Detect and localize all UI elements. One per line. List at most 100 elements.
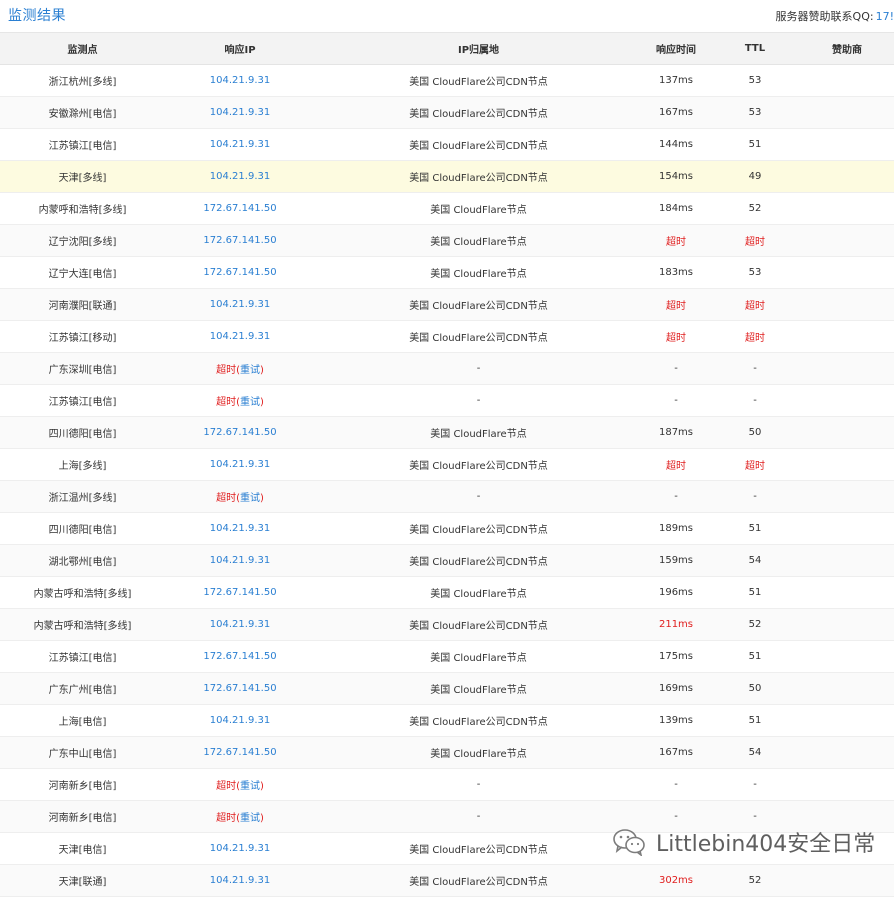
cell-region: 美国 CloudFlare公司CDN节点 [315, 608, 642, 641]
cell-time: - [642, 384, 710, 417]
cell-sponsor [800, 352, 894, 385]
cell-region: - [315, 768, 642, 801]
cell-time: 211ms [642, 608, 710, 641]
cell-ip[interactable]: 104.21.9.31 [165, 160, 315, 193]
cell-sponsor [800, 96, 894, 129]
cell-region: 美国 CloudFlare公司CDN节点 [315, 160, 642, 193]
cell-sponsor [800, 544, 894, 577]
cell-sponsor [800, 736, 894, 769]
cell-ttl: 超时 [710, 320, 800, 353]
cell-time: 超时 [642, 224, 710, 257]
cell-location: 河南濮阳[联通] [0, 288, 165, 321]
cell-region: 美国 CloudFlare公司CDN节点 [315, 96, 642, 129]
cell-sponsor [800, 608, 894, 641]
results-table-head: 监测点 响应IP IP归属地 响应时间 TTL 赞助商 [0, 33, 894, 65]
cell-region: 美国 CloudFlare公司CDN节点 [315, 544, 642, 577]
cell-location: 天津[多线] [0, 160, 165, 193]
cell-time: 167ms [642, 96, 710, 129]
cell-region: 美国 CloudFlare节点 [315, 640, 642, 673]
cell-ip[interactable]: 172.67.141.50 [165, 256, 315, 289]
cell-ip[interactable]: 104.21.9.31 [165, 512, 315, 545]
cell-ttl: 52 [710, 608, 800, 641]
sponsor-qq[interactable]: 17! [876, 10, 894, 23]
retry-link[interactable]: 重试 [240, 397, 260, 408]
table-row: 浙江温州[多线] 超时(重试) - - - [0, 480, 894, 513]
cell-location: 内蒙呼和浩特[多线] [0, 192, 165, 225]
cell-region: - [315, 800, 642, 833]
watermark: Littlebin404安全日常 [612, 826, 875, 858]
paren-close: ) [260, 493, 264, 504]
cell-ip[interactable]: 104.21.9.31 [165, 320, 315, 353]
cell-region: 美国 CloudFlare节点 [315, 192, 642, 225]
cell-time: - [642, 352, 710, 385]
cell-ip[interactable]: 104.21.9.31 [165, 544, 315, 577]
cell-region: 美国 CloudFlare公司CDN节点 [315, 320, 642, 353]
cell-time: 196ms [642, 576, 710, 609]
retry-link[interactable]: 重试 [240, 813, 260, 824]
cell-ip[interactable]: 104.21.9.31 [165, 64, 315, 97]
cell-ip[interactable]: 172.67.141.50 [165, 416, 315, 449]
col-header-time: 响应时间 [642, 33, 710, 65]
cell-ttl: 53 [710, 256, 800, 289]
cell-ip[interactable]: 104.21.9.31 [165, 832, 315, 865]
cell-ttl: 51 [710, 576, 800, 609]
cell-ip[interactable]: 172.67.141.50 [165, 736, 315, 769]
col-header-region: IP归属地 [315, 33, 642, 65]
cell-ip[interactable]: 172.67.141.50 [165, 576, 315, 609]
col-header-ttl: TTL [710, 33, 800, 65]
cell-ip[interactable]: 104.21.9.31 [165, 288, 315, 321]
cell-ttl: - [710, 352, 800, 385]
cell-location: 天津[电信] [0, 832, 165, 865]
cell-sponsor [800, 64, 894, 97]
cell-location: 河南新乡[电信] [0, 800, 165, 833]
cell-region: 美国 CloudFlare节点 [315, 576, 642, 609]
table-row: 内蒙古呼和浩特[多线] 104.21.9.31 美国 CloudFlare公司CDN… [0, 608, 894, 641]
cell-sponsor [800, 672, 894, 705]
cell-location: 四川德阳[电信] [0, 512, 165, 545]
cell-sponsor [800, 512, 894, 545]
cell-ttl: 51 [710, 640, 800, 673]
retry-link[interactable]: 重试 [240, 493, 260, 504]
table-row: 广东中山[电信] 172.67.141.50 美国 CloudFlare节点 167m… [0, 736, 894, 769]
cell-location: 广东深圳[电信] [0, 352, 165, 385]
cell-ttl: 54 [710, 544, 800, 577]
table-row: 河南新乡[电信] 超时(重试) - - - [0, 768, 894, 801]
retry-link[interactable]: 重试 [240, 781, 260, 792]
cell-ip: 超时(重试) [165, 384, 315, 417]
cell-location: 四川德阳[电信] [0, 416, 165, 449]
cell-ip[interactable]: 172.67.141.50 [165, 192, 315, 225]
table-row: 江苏镇江[电信] 172.67.141.50 美国 CloudFlare节点 175m… [0, 640, 894, 673]
cell-ip[interactable]: 104.21.9.31 [165, 448, 315, 481]
cell-sponsor [800, 640, 894, 673]
retry-link[interactable]: 重试 [240, 365, 260, 376]
table-row: 上海[电信] 104.21.9.31 美国 CloudFlare公司CDN节点 139… [0, 704, 894, 737]
table-row: 江苏镇江[移动] 104.21.9.31 美国 CloudFlare公司CDN节点超… [0, 320, 894, 353]
results-table: 监测点 响应IP IP归属地 响应时间 TTL 赞助商 浙江杭州[多线] 104.… [0, 33, 894, 897]
cell-ip[interactable]: 104.21.9.31 [165, 608, 315, 641]
table-row: 广东广州[电信] 172.67.141.50 美国 CloudFlare节点 169m… [0, 672, 894, 705]
cell-region: 美国 CloudFlare公司CDN节点 [315, 288, 642, 321]
cell-region: 美国 CloudFlare节点 [315, 416, 642, 449]
cell-ttl: 51 [710, 128, 800, 161]
cell-location: 江苏镇江[电信] [0, 640, 165, 673]
cell-time: 144ms [642, 128, 710, 161]
cell-ip[interactable]: 172.67.141.50 [165, 640, 315, 673]
cell-time: 超时 [642, 448, 710, 481]
cell-sponsor [800, 704, 894, 737]
cell-ip[interactable]: 104.21.9.31 [165, 96, 315, 129]
cell-ttl: 51 [710, 704, 800, 737]
paren-close: ) [260, 365, 264, 376]
cell-time: 137ms [642, 64, 710, 97]
cell-region: 美国 CloudFlare公司CDN节点 [315, 704, 642, 737]
cell-ip[interactable]: 172.67.141.50 [165, 672, 315, 705]
sponsor-contact: 服务器赞助联系QQ: 17! [776, 8, 894, 24]
cell-ttl: 51 [710, 512, 800, 545]
cell-ip[interactable]: 104.21.9.31 [165, 704, 315, 737]
wechat-icon [612, 828, 646, 857]
cell-ip[interactable]: 104.21.9.31 [165, 128, 315, 161]
cell-ip: 超时(重试) [165, 480, 315, 513]
timeout-label: 超时 [216, 397, 237, 408]
cell-ip[interactable]: 172.67.141.50 [165, 224, 315, 257]
cell-time: 167ms [642, 736, 710, 769]
cell-region: - [315, 352, 642, 385]
